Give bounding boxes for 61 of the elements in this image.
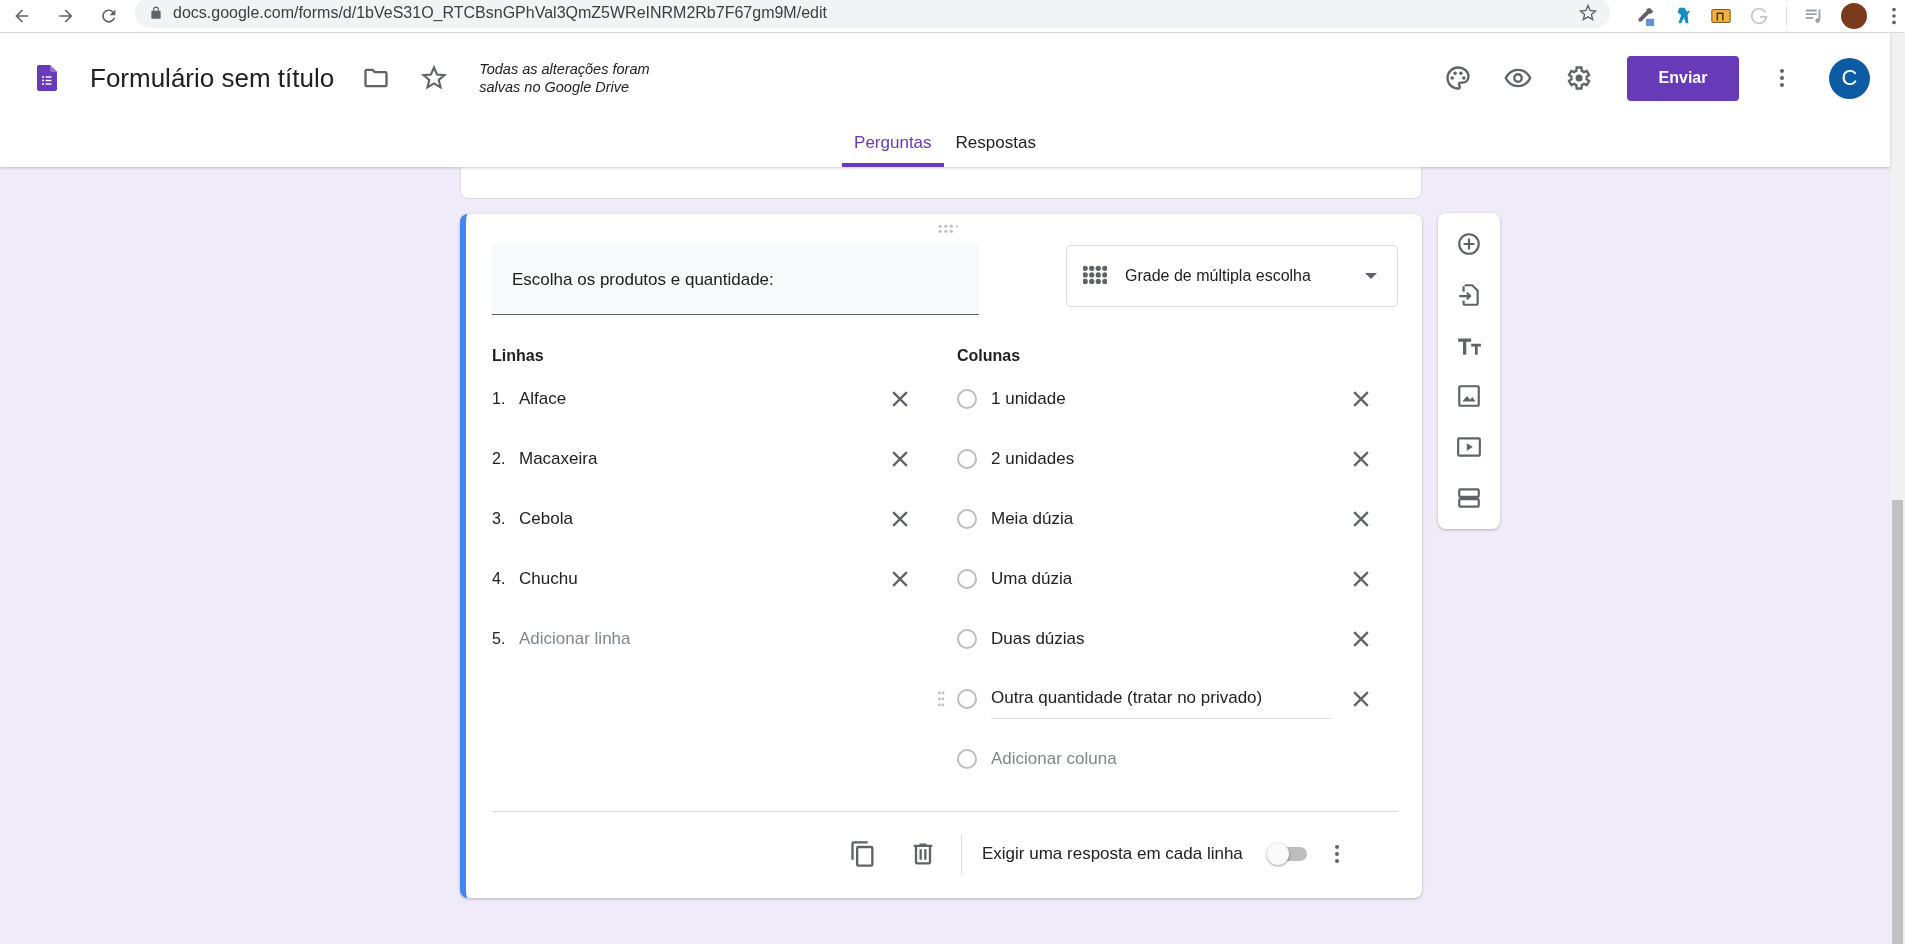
column-label[interactable]: 1 unidade <box>991 388 1331 410</box>
close-icon[interactable] <box>1353 451 1369 467</box>
star-icon[interactable] <box>420 64 449 92</box>
circle-icon <box>957 749 977 769</box>
star-icon[interactable] <box>1578 3 1598 23</box>
row-label[interactable]: Macaxeira <box>519 449 892 469</box>
url-text: docs.google.com/forms/d/1bVeS31O_RTCBsnGPhVal3QmZ5WReINRM2Rb7F67gm9M/edit <box>173 4 827 22</box>
column-label[interactable]: 2 unidades <box>991 448 1331 470</box>
close-icon[interactable] <box>1353 391 1369 407</box>
save-status: Todas as alterações foram salvas no Google Drive <box>479 60 651 96</box>
column-label[interactable]: Uma dúzia <box>991 568 1331 590</box>
profile-avatar[interactable] <box>1841 3 1867 29</box>
close-icon[interactable] <box>892 391 908 407</box>
circle-icon <box>957 569 977 589</box>
scrollbar[interactable] <box>1890 33 1905 944</box>
columns-heading: Colunas <box>957 347 1022 366</box>
drag-handle-icon[interactable] <box>938 224 958 233</box>
close-icon[interactable] <box>1353 691 1369 707</box>
column-label[interactable]: Outra quantidade (tratar no privado) <box>991 679 1331 719</box>
drag-handle-icon[interactable] <box>937 691 945 707</box>
tab[interactable]: Respostas <box>943 123 1048 167</box>
forms-logo-icon[interactable] <box>37 65 57 91</box>
account-avatar[interactable]: C <box>1829 57 1870 99</box>
row-number: 4. <box>492 570 507 588</box>
close-icon[interactable] <box>1353 511 1369 527</box>
import-icon[interactable] <box>1456 282 1482 308</box>
add-circle-icon[interactable] <box>1456 231 1482 258</box>
caret-icon <box>1365 273 1377 279</box>
question-type-dropdown[interactable]: Grade de múltipla escolha <box>1066 245 1398 307</box>
form-title[interactable]: Formulário sem título <box>90 62 335 94</box>
row-number: 3. <box>492 510 507 528</box>
palette-icon[interactable] <box>1444 64 1472 92</box>
row-label[interactable]: Alface <box>519 389 892 409</box>
close-icon[interactable] <box>892 571 908 587</box>
close-icon[interactable] <box>1353 631 1369 647</box>
scrollbar-thumb[interactable] <box>1892 500 1903 944</box>
required-label: Exigir uma resposta em cada linha <box>982 844 1244 864</box>
column-label[interactable]: Meia dúzia <box>991 508 1331 530</box>
circle-icon <box>957 629 977 649</box>
close-icon[interactable] <box>892 451 908 467</box>
close-icon[interactable] <box>1353 571 1369 587</box>
row-label[interactable]: Chuchu <box>519 569 892 589</box>
send-button[interactable]: Enviar <box>1627 55 1739 101</box>
address-bar[interactable]: docs.google.com/forms/d/1bVeS31O_RTCBsnGPhVal3QmZ5WReINRM2Rb7F67gm9M/edit <box>135 0 1610 28</box>
copy-icon[interactable] <box>849 840 877 868</box>
column-label[interactable]: Duas dúzias <box>991 628 1331 650</box>
add-row-field[interactable]: Adicionar linha <box>519 629 631 649</box>
circle-icon <box>957 449 977 469</box>
lock-icon <box>149 6 163 20</box>
close-icon[interactable] <box>892 511 908 527</box>
circle-icon <box>957 509 977 529</box>
row-number: 2. <box>492 450 507 468</box>
image-icon[interactable] <box>1456 383 1482 410</box>
circle-icon <box>957 689 977 709</box>
row-label[interactable]: Cebola <box>519 509 892 529</box>
circle-icon <box>957 389 977 409</box>
question-field[interactable]: Escolha os produtos e quantidade: <box>492 245 979 315</box>
row-number: 5. <box>492 630 507 648</box>
add-column-field[interactable]: Adicionar coluna <box>991 749 1117 769</box>
row-number: 1. <box>492 390 507 408</box>
rows-heading: Linhas <box>492 347 545 366</box>
